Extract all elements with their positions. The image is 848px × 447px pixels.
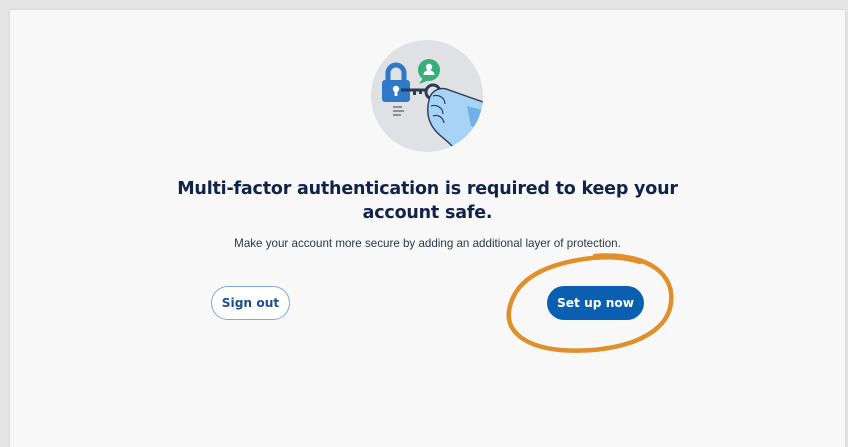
sign-out-button[interactable]: Sign out: [211, 286, 290, 320]
set-up-now-button[interactable]: Set up now: [547, 286, 644, 320]
mfa-prompt-card: Multi-factor authentication is required …: [10, 10, 845, 447]
mfa-illustration-icon: [371, 40, 483, 152]
page-description: Make your account more secure by adding …: [234, 237, 621, 250]
page-title: Multi-factor authentication is required …: [177, 179, 678, 223]
